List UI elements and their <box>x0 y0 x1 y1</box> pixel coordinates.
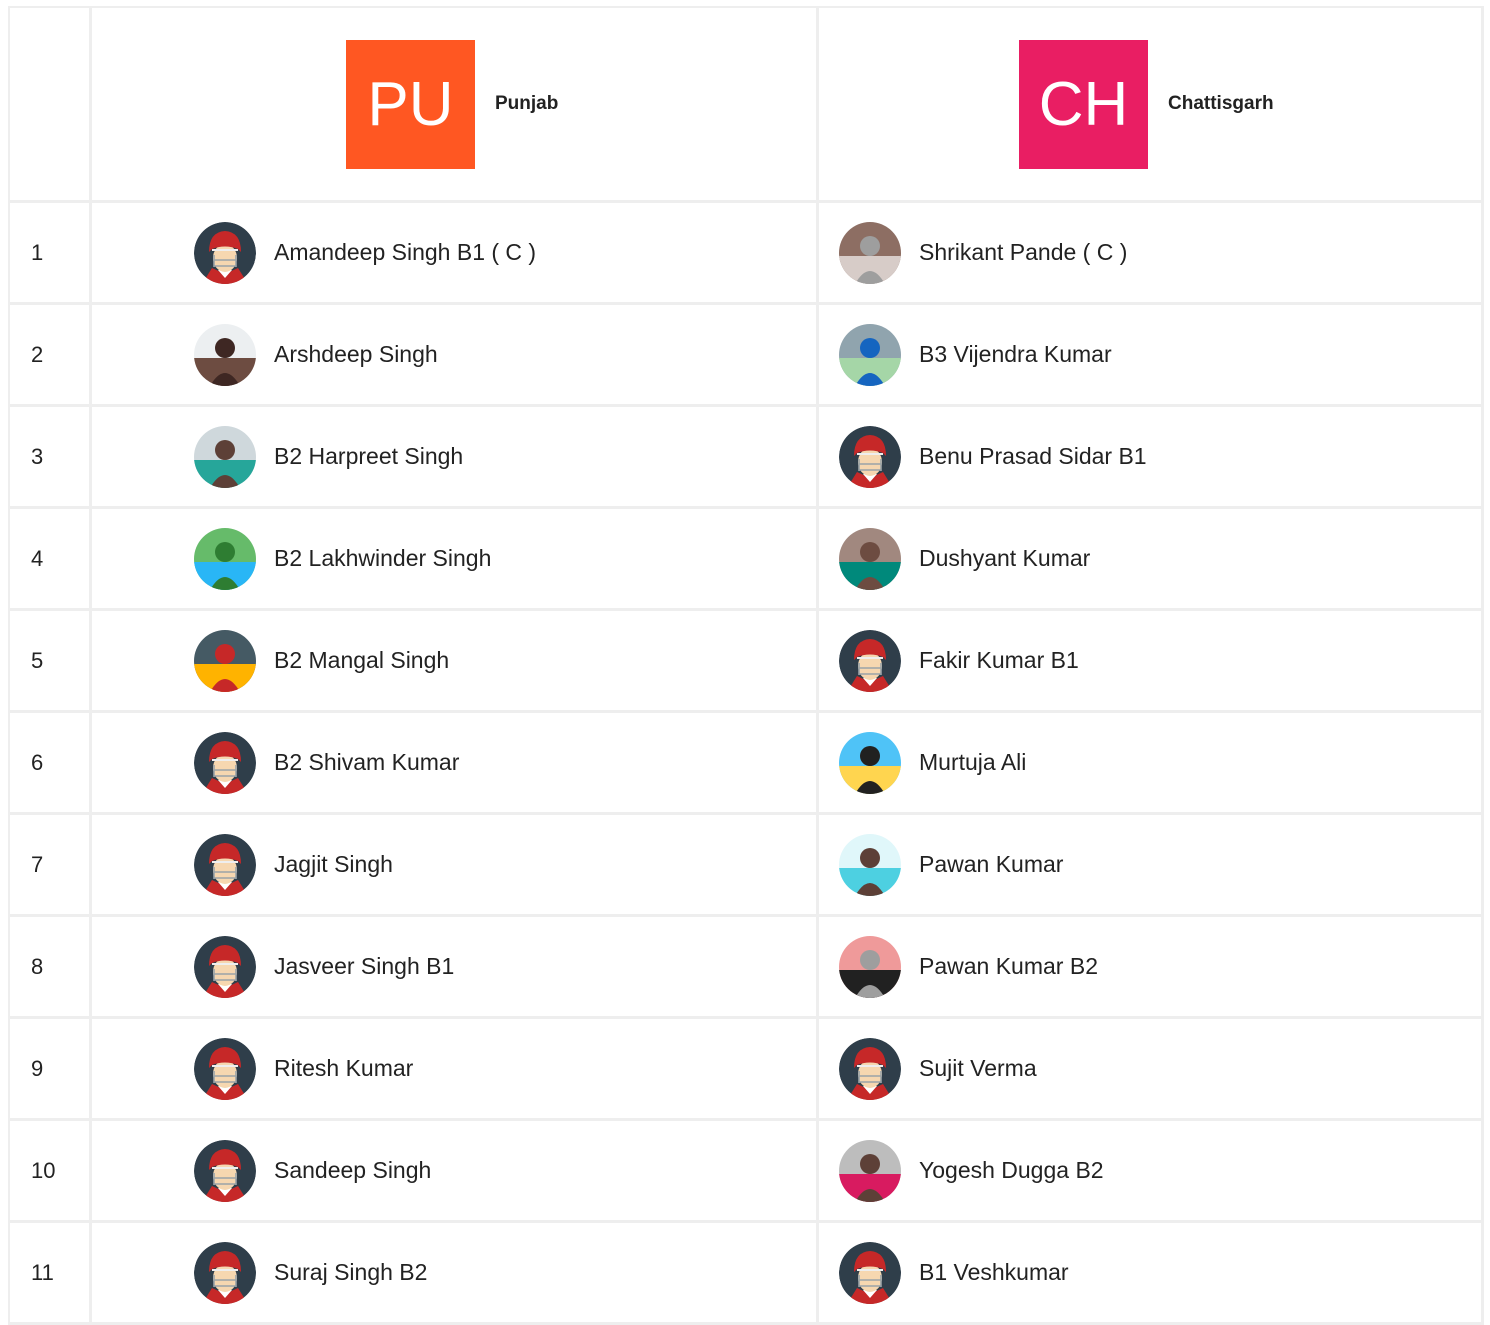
team1-player[interactable]: B2 Shivam Kumar <box>92 713 819 812</box>
team2-player[interactable]: Murtuja Ali <box>819 713 1484 812</box>
row-number: 2 <box>10 305 92 404</box>
row-number: 11 <box>10 1223 92 1322</box>
player-name[interactable]: Suraj Singh B2 <box>274 1259 427 1286</box>
squad-table: PU Punjab CH Chattisgarh 1 Amandeep Singh… <box>8 6 1484 1325</box>
team2-header: CH Chattisgarh <box>819 8 1484 200</box>
player-row: 9 Ritesh Kumar Sujit Verma <box>10 1019 1484 1121</box>
player-row: 10 Sandeep Singh Yogesh Dugga B2 <box>10 1121 1484 1223</box>
team1-player[interactable]: Sandeep Singh <box>92 1121 819 1220</box>
row-number: 9 <box>10 1019 92 1118</box>
player-photo <box>194 527 256 590</box>
row-number: 8 <box>10 917 92 1016</box>
team1-player[interactable]: Amandeep Singh B1 ( C ) <box>92 203 819 302</box>
team1-player[interactable]: B2 Mangal Singh <box>92 611 819 710</box>
player-name[interactable]: Benu Prasad Sidar B1 <box>919 443 1147 470</box>
player-name[interactable]: B3 Vijendra Kumar <box>919 341 1112 368</box>
player-name[interactable]: Ritesh Kumar <box>274 1055 413 1082</box>
player-row: 5 B2 Mangal Singh Fakir Kumar B1 <box>10 611 1484 713</box>
player-name[interactable]: Jagjit Singh <box>274 851 393 878</box>
player-row: 2 Arshdeep Singh B3 Vijendra Kumar <box>10 305 1484 407</box>
team2-player[interactable]: Pawan Kumar B2 <box>819 917 1484 1016</box>
team2-player[interactable]: Fakir Kumar B1 <box>819 611 1484 710</box>
player-name[interactable]: Fakir Kumar B1 <box>919 647 1079 674</box>
player-photo <box>839 221 901 284</box>
team1-player[interactable]: B2 Lakhwinder Singh <box>92 509 819 608</box>
team2-player[interactable]: Dushyant Kumar <box>819 509 1484 608</box>
row-number: 4 <box>10 509 92 608</box>
team1-logo: PU <box>346 39 475 169</box>
team2-player[interactable]: B1 Veshkumar <box>819 1223 1484 1322</box>
default-player-helmet-icon <box>194 1037 256 1100</box>
player-name[interactable]: Pawan Kumar B2 <box>919 953 1098 980</box>
player-row: 1 Amandeep Singh B1 ( C ) Shrikant Pande (… <box>10 203 1484 305</box>
team1-player[interactable]: Arshdeep Singh <box>92 305 819 404</box>
player-name[interactable]: B2 Harpreet Singh <box>274 443 463 470</box>
row-number: 7 <box>10 815 92 914</box>
default-player-helmet-icon <box>839 1037 901 1100</box>
player-row: 6 B2 Shivam Kumar Murtuja Ali <box>10 713 1484 815</box>
player-name[interactable]: Dushyant Kumar <box>919 545 1090 572</box>
player-name[interactable]: Arshdeep Singh <box>274 341 438 368</box>
player-name[interactable]: Sandeep Singh <box>274 1157 431 1184</box>
team2-player[interactable]: Pawan Kumar <box>819 815 1484 914</box>
team1-player[interactable]: Ritesh Kumar <box>92 1019 819 1118</box>
player-photo <box>839 527 901 590</box>
player-name[interactable]: Amandeep Singh B1 ( C ) <box>274 239 536 266</box>
default-player-helmet-icon <box>194 833 256 896</box>
team1-player[interactable]: Jagjit Singh <box>92 815 819 914</box>
player-name[interactable]: Murtuja Ali <box>919 749 1026 776</box>
player-photo <box>839 323 901 386</box>
default-player-helmet-icon <box>194 221 256 284</box>
team1-name: Punjab <box>495 93 559 114</box>
player-row: 4 B2 Lakhwinder Singh Dushyant Kumar <box>10 509 1484 611</box>
player-row: 8 Jasveer Singh B1 Pawan Kumar B2 <box>10 917 1484 1019</box>
team2-player[interactable]: Sujit Verma <box>819 1019 1484 1118</box>
team2-logo: CH <box>1019 39 1148 169</box>
row-number: 3 <box>10 407 92 506</box>
team2-player[interactable]: Benu Prasad Sidar B1 <box>819 407 1484 506</box>
team1-header: PU Punjab <box>92 8 819 200</box>
row-number: 5 <box>10 611 92 710</box>
row-number: 6 <box>10 713 92 812</box>
header-number-cell <box>10 8 92 200</box>
player-row: 11 Suraj Singh B2 B1 Veshkumar <box>10 1223 1484 1325</box>
player-row: 3 B2 Harpreet Singh Benu Prasad Sidar B1 <box>10 407 1484 509</box>
team2-player[interactable]: B3 Vijendra Kumar <box>819 305 1484 404</box>
player-name[interactable]: B2 Shivam Kumar <box>274 749 459 776</box>
player-name[interactable]: Sujit Verma <box>919 1055 1037 1082</box>
default-player-helmet-icon <box>194 1139 256 1202</box>
row-number: 10 <box>10 1121 92 1220</box>
player-row: 7 Jagjit Singh Pawan Kumar <box>10 815 1484 917</box>
player-photo <box>194 425 256 488</box>
table-header-row: PU Punjab CH Chattisgarh <box>10 8 1484 203</box>
player-photo <box>839 1139 901 1202</box>
player-name[interactable]: Pawan Kumar <box>919 851 1063 878</box>
default-player-helmet-icon <box>839 629 901 692</box>
team2-logo-text: CH <box>1038 69 1129 139</box>
player-photo <box>194 323 256 386</box>
player-name[interactable]: Yogesh Dugga B2 <box>919 1157 1104 1184</box>
default-player-helmet-icon <box>839 425 901 488</box>
default-player-helmet-icon <box>194 731 256 794</box>
player-name[interactable]: B1 Veshkumar <box>919 1259 1069 1286</box>
player-photo <box>839 731 901 794</box>
team1-player[interactable]: Jasveer Singh B1 <box>92 917 819 1016</box>
team1-logo-text: PU <box>367 69 454 139</box>
player-photo <box>194 629 256 692</box>
player-name[interactable]: Jasveer Singh B1 <box>274 953 454 980</box>
default-player-helmet-icon <box>839 1241 901 1304</box>
team1-player[interactable]: B2 Harpreet Singh <box>92 407 819 506</box>
team2-name: Chattisgarh <box>1168 93 1274 114</box>
player-photo <box>839 833 901 896</box>
player-name[interactable]: Shrikant Pande ( C ) <box>919 239 1127 266</box>
player-name[interactable]: B2 Lakhwinder Singh <box>274 545 491 572</box>
player-name[interactable]: B2 Mangal Singh <box>274 647 449 674</box>
default-player-helmet-icon <box>194 1241 256 1304</box>
team2-player[interactable]: Shrikant Pande ( C ) <box>819 203 1484 302</box>
row-number: 1 <box>10 203 92 302</box>
player-photo <box>839 935 901 998</box>
default-player-helmet-icon <box>194 935 256 998</box>
team2-player[interactable]: Yogesh Dugga B2 <box>819 1121 1484 1220</box>
team1-player[interactable]: Suraj Singh B2 <box>92 1223 819 1322</box>
